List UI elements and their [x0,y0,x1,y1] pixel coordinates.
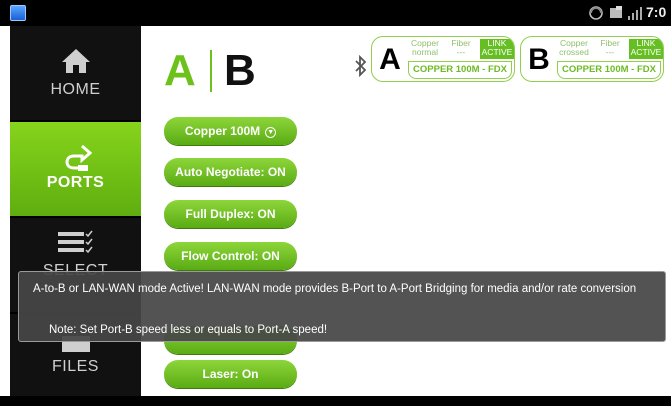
port-a-copper-cell: Copper normal [408,39,442,59]
port-b-letter: B [528,43,550,76]
status-time: 7:0 [646,4,667,20]
port-a-status-panel[interactable]: A Copper normal Fiber --- LINK ACTIVE CO… [371,36,515,82]
port-a-mode-status: COPPER 100M - FDX [408,61,512,79]
tablet-icon [608,5,624,26]
cell-line: normal [412,47,438,57]
cell-line: --- [456,47,466,57]
app-icon [10,5,26,21]
port-a-letter: A [379,43,401,76]
port-b-fiber-cell: Fiber --- [593,39,627,59]
logo-b: B [224,46,256,95]
bottom-bar [0,396,671,406]
speed-select-button[interactable]: Copper 100M ▼ [164,117,297,145]
cell-line: --- [605,47,615,57]
ports-icon [65,144,92,171]
signal-icon [627,5,643,26]
port-b-mode-status: COPPER 100M - FDX [557,61,661,79]
auto-negotiate-button[interactable]: Auto Negotiate: ON [164,158,297,186]
toast-note: Note: Set Port-B speed less or equals to… [49,324,328,336]
bluetooth-icon [355,55,367,77]
flow-control-button[interactable]: Flow Control: ON [164,242,297,270]
sidebar-item-ports[interactable]: PORTS [10,122,141,216]
port-a-fiber-cell: Fiber --- [444,39,478,59]
sidebar-item-label: FILES [52,358,99,375]
port-b-status-panel[interactable]: B Copper crossed Fiber --- LINK ACTIVE C… [520,36,664,82]
sidebar-item-label: HOME [50,81,101,98]
full-duplex-button[interactable]: Full Duplex: ON [164,200,297,228]
laser-button[interactable]: Laser: On [164,360,297,388]
app-screen: 7:0 HOME PORTS FILES A B A Copper normal… [0,0,671,406]
sync-icon [588,5,604,26]
speed-label: Copper 100M [184,124,261,138]
home-icon [62,49,90,73]
cell-line: ACTIVE [630,47,662,57]
logo-a: A [164,46,196,95]
toast-message: A-to-B or LAN-WAN mode Active! LAN-WAN m… [33,283,637,295]
logo-separator [210,50,212,92]
chevron-down-icon: ▼ [265,127,277,138]
toast-notification: A-to-B or LAN-WAN mode Active! LAN-WAN m… [18,271,666,342]
port-b-copper-cell: Copper crossed [557,39,591,59]
cell-line: crossed [559,47,589,57]
select-list-icon [58,230,93,254]
cell-line: ACTIVE [481,47,513,57]
port-b-link-cell: LINK ACTIVE [629,39,663,59]
port-a-link-cell: LINK ACTIVE [480,39,514,59]
sidebar-item-label: PORTS [46,174,105,191]
status-bar: 7:0 [0,0,671,26]
sidebar-item-home[interactable]: HOME [10,26,141,120]
